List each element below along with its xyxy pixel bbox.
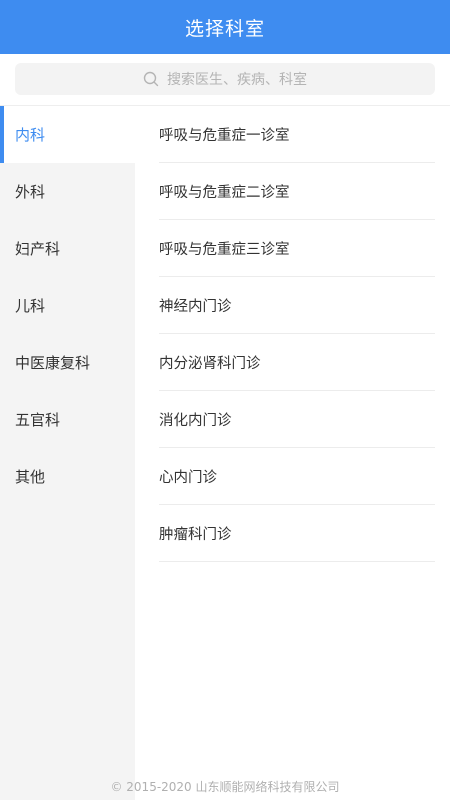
search-input[interactable]: 搜索医生、疾病、科室	[15, 63, 435, 95]
list-item[interactable]: 呼吸与危重症二诊室	[159, 163, 435, 220]
list-item[interactable]: 呼吸与危重症三诊室	[159, 220, 435, 277]
page-title: 选择科室	[184, 17, 265, 40]
sidebar-item-other[interactable]: 其他	[0, 448, 135, 505]
department-name: 神经内门诊	[159, 298, 232, 315]
list-item[interactable]: 肿瘤科门诊	[159, 505, 435, 562]
list-item[interactable]: 消化内门诊	[159, 391, 435, 448]
sidebar-item-tcm-rehab[interactable]: 中医康复科	[0, 334, 135, 391]
sidebar-item-internal[interactable]: 内科	[0, 106, 135, 163]
copyright-text: © 2015-2020 山东顺能网络科技有限公司	[110, 779, 340, 794]
list-item[interactable]: 心内门诊	[159, 448, 435, 505]
list-item[interactable]: 神经内门诊	[159, 277, 435, 334]
sidebar-item-surgery[interactable]: 外科	[0, 163, 135, 220]
sidebar-item-ent[interactable]: 五官科	[0, 391, 135, 448]
search-placeholder: 搜索医生、疾病、科室	[167, 72, 307, 88]
sidebar-item-pediatrics[interactable]: 儿科	[0, 277, 135, 334]
sidebar-item-label: 外科	[15, 183, 46, 201]
department-name: 呼吸与危重症三诊室	[159, 241, 290, 258]
sidebar-item-label: 儿科	[15, 297, 46, 315]
list-item[interactable]: 内分泌肾科门诊	[159, 334, 435, 391]
sidebar-item-label: 五官科	[15, 411, 61, 429]
sidebar-item-label: 其他	[15, 468, 46, 486]
department-list: 呼吸与危重症一诊室 呼吸与危重症二诊室 呼吸与危重症三诊室 神经内门诊 内分泌肾…	[135, 106, 450, 562]
copyright-footer: © 2015-2020 山东顺能网络科技有限公司	[0, 772, 450, 800]
department-panel: 呼吸与危重症一诊室 呼吸与危重症二诊室 呼吸与危重症三诊室 神经内门诊 内分泌肾…	[135, 106, 450, 800]
department-name: 肿瘤科门诊	[159, 526, 232, 543]
department-name: 呼吸与危重症二诊室	[159, 184, 290, 201]
department-name: 内分泌肾科门诊	[159, 355, 261, 372]
sidebar-item-label: 内科	[15, 126, 46, 144]
department-name: 消化内门诊	[159, 412, 232, 429]
list-item[interactable]: 呼吸与危重症一诊室	[159, 106, 435, 163]
department-name: 心内门诊	[159, 469, 217, 486]
search-icon	[143, 71, 159, 87]
category-sidebar: 内科 外科 妇产科 儿科 中医康复科 五官科 其他	[0, 106, 135, 800]
sidebar-item-obgyn[interactable]: 妇产科	[0, 220, 135, 277]
sidebar-item-label: 妇产科	[15, 240, 61, 258]
app-header: 选择科室	[0, 0, 450, 54]
sidebar-item-label: 中医康复科	[15, 354, 91, 372]
search-bar: 搜索医生、疾病、科室	[0, 54, 450, 106]
department-name: 呼吸与危重症一诊室	[159, 127, 290, 144]
